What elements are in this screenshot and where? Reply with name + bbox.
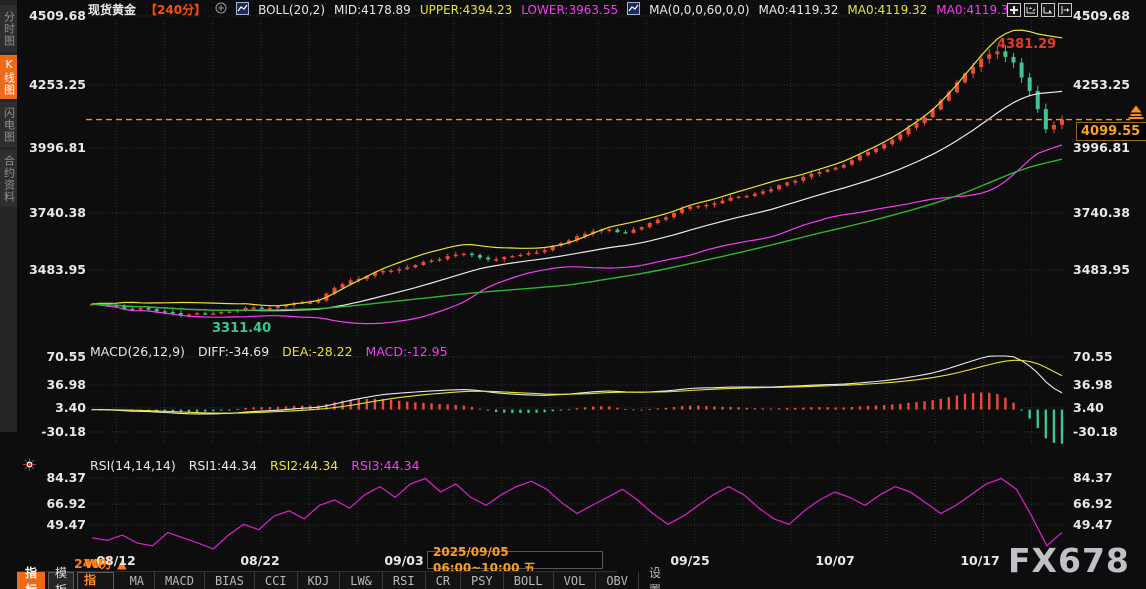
sidebar-tab-kline-chart[interactable]: K线图 xyxy=(0,55,17,99)
rsi-axis-tick: 66.92 xyxy=(1073,496,1145,511)
rsi-axis-tick: 49.47 xyxy=(24,517,86,532)
rsi-axis-tick: 66.92 xyxy=(24,496,86,511)
indicator-toolbar: 指标 模板 VIP指标 MAMACDBIASCCIKDJLW&RSICRPSYB… xyxy=(17,571,617,589)
date-tick: 09/25 xyxy=(670,553,709,568)
indicator-shortcut-kdj[interactable]: KDJ xyxy=(297,572,340,589)
price-axis-tick: 3740.38 xyxy=(1073,205,1145,220)
macd-axis-tick: 70.55 xyxy=(1073,349,1145,364)
ma0-value-magenta: MA0:4119.32 xyxy=(936,3,1016,17)
toolbar-tab-indicators[interactable]: 指标 xyxy=(17,572,45,589)
rsi-title: RSI(14,14,14) xyxy=(90,458,176,473)
macd-dea-value: DEA:-28.22 xyxy=(282,344,352,359)
rsi-axis-tick: 84.37 xyxy=(24,470,86,485)
chart-window-controls xyxy=(1007,3,1072,17)
indicator-shortcut-psy[interactable]: PSY xyxy=(460,572,503,589)
price-axis-tick: 3483.95 xyxy=(1073,262,1145,277)
time-axis: 240分 ▲ 08/1208/2209/0309/2510/0710/17 20… xyxy=(0,550,1146,570)
indicator-shortcut-boll[interactable]: BOLL xyxy=(503,572,553,589)
macd-macd-value: MACD:-12.95 xyxy=(366,344,448,359)
date-tick: 09/03 xyxy=(384,553,423,568)
current-price-badge: 4099.55 xyxy=(1076,122,1146,141)
high-price-label: 4381.29 xyxy=(997,37,1056,52)
date-tick: 10/07 xyxy=(815,553,854,568)
price-axis-tick: 4509.68 xyxy=(24,8,86,23)
scale-left-icon[interactable] xyxy=(1024,3,1038,17)
sidebar-tab-contract-info[interactable]: 合约资料 xyxy=(0,150,17,207)
chart-canvas[interactable] xyxy=(0,0,1146,589)
ma0-value-white: MA0:4119.32 xyxy=(759,3,839,17)
price-axis-tick: 4253.25 xyxy=(1073,77,1145,92)
indicator-chart-icon[interactable] xyxy=(236,2,249,18)
grid-split-icon[interactable] xyxy=(1007,3,1021,17)
boll-lower-value: LOWER:3963.55 xyxy=(521,3,618,17)
indicator-chart-icon[interactable] xyxy=(627,2,640,18)
ma-group-label: MA(0,0,0,60,0,0) xyxy=(649,3,749,17)
interval-label: 【240分】 xyxy=(145,1,206,18)
symbol-name: 现货黄金 xyxy=(88,1,136,18)
chart-app: 分时图 K线图 闪电图 合约资料 现货黄金 【240分】 BOLL(20,2) … xyxy=(0,0,1146,589)
macd-axis-tick: -30.18 xyxy=(1073,424,1145,439)
macd-readout: MACD(26,12,9) DIFF:-34.69 DEA:-28.22 MAC… xyxy=(90,344,448,359)
rsi-readout: RSI(14,14,14) RSI1:44.34 RSI2:44.34 RSI3… xyxy=(90,458,420,473)
macd-axis-tick: 36.98 xyxy=(24,377,86,392)
overlay-add-icon[interactable] xyxy=(215,2,227,17)
rsi1-value: RSI1:44.34 xyxy=(189,458,257,473)
sidebar-tab-time-chart[interactable]: 分时图 xyxy=(0,5,17,52)
price-axis-tick: 3740.38 xyxy=(24,205,86,220)
selected-bar-time-badge: 2025/09/05 06:00~10:00 五 xyxy=(427,551,603,569)
indicator-shortcuts: MAMACDBIASCCIKDJLW&RSICRPSYBOLLVOLOBV xyxy=(120,572,638,589)
ma0-value-yellow: MA0:4119.32 xyxy=(847,3,927,17)
live-indicator-icon xyxy=(23,458,36,471)
fx678-watermark: FX678 xyxy=(1008,541,1130,580)
indicator-shortcut-rsi[interactable]: RSI xyxy=(382,572,425,589)
price-axis-tick: 3483.95 xyxy=(24,262,86,277)
toolbar-tab-templates[interactable]: 模板 xyxy=(48,572,74,589)
indicator-shortcut-vol[interactable]: VOL xyxy=(553,572,596,589)
indicator-shortcut-macd[interactable]: MACD xyxy=(154,572,204,589)
price-axis-tick: 3996.81 xyxy=(24,140,86,155)
macd-diff-value: DIFF:-34.69 xyxy=(198,344,269,359)
price-axis-tick: 4509.68 xyxy=(1073,8,1145,23)
macd-axis-tick: 3.40 xyxy=(1073,400,1145,415)
date-tick: 10/17 xyxy=(960,553,999,568)
sidebar-tab-flash-chart[interactable]: 闪电图 xyxy=(0,102,17,147)
toolbar-tab-vip-indicators[interactable]: VIP指标 xyxy=(77,572,114,589)
rsi3-value: RSI3:44.34 xyxy=(351,458,419,473)
indicator-shortcut-cr[interactable]: CR xyxy=(425,572,460,589)
indicator-shortcut-cci[interactable]: CCI xyxy=(254,572,297,589)
indicator-shortcut-obv[interactable]: OBV xyxy=(595,572,638,589)
rsi-axis-tick: 49.47 xyxy=(1073,517,1145,532)
macd-axis-tick: 36.98 xyxy=(1073,377,1145,392)
macd-axis-tick: 3.40 xyxy=(24,400,86,415)
boll-label: BOLL(20,2) xyxy=(258,3,325,17)
header-readout: 现货黄金 【240分】 BOLL(20,2) MID:4178.89 UPPER… xyxy=(88,2,1036,17)
macd-title: MACD(26,12,9) xyxy=(90,344,185,359)
macd-axis-tick: 70.55 xyxy=(24,349,86,364)
boll-mid-value: MID:4178.89 xyxy=(334,3,411,17)
scale-right-icon[interactable] xyxy=(1041,3,1055,17)
macd-axis-tick: -30.18 xyxy=(24,424,86,439)
date-tick: 08/22 xyxy=(240,553,279,568)
rsi-axis-tick: 84.37 xyxy=(1073,470,1145,485)
price-axis-tick: 4253.25 xyxy=(24,77,86,92)
rsi2-value: RSI2:44.34 xyxy=(270,458,338,473)
pane-expand-icon[interactable] xyxy=(1058,3,1072,17)
indicator-shortcut-lw[interactable]: LW& xyxy=(339,572,382,589)
indicator-shortcut-bias[interactable]: BIAS xyxy=(204,572,254,589)
toolbar-settings-button[interactable]: 设置 xyxy=(638,572,671,589)
price-axis-tick: 3996.81 xyxy=(1073,140,1145,155)
boll-upper-value: UPPER:4394.23 xyxy=(420,3,512,17)
indicator-shortcut-ma[interactable]: MA xyxy=(120,572,154,589)
low-price-label: 3311.40 xyxy=(212,321,271,336)
